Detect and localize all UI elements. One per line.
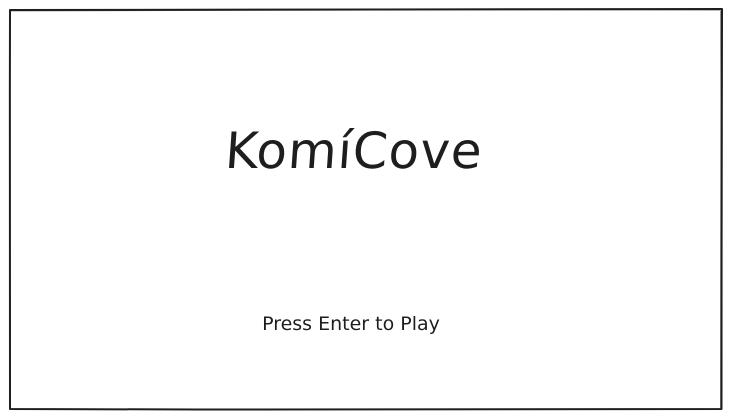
press-enter-prompt[interactable]: Press Enter to Play [0,313,717,335]
game-title: KomíCove [223,122,485,180]
game-screen-frame [0,0,732,419]
